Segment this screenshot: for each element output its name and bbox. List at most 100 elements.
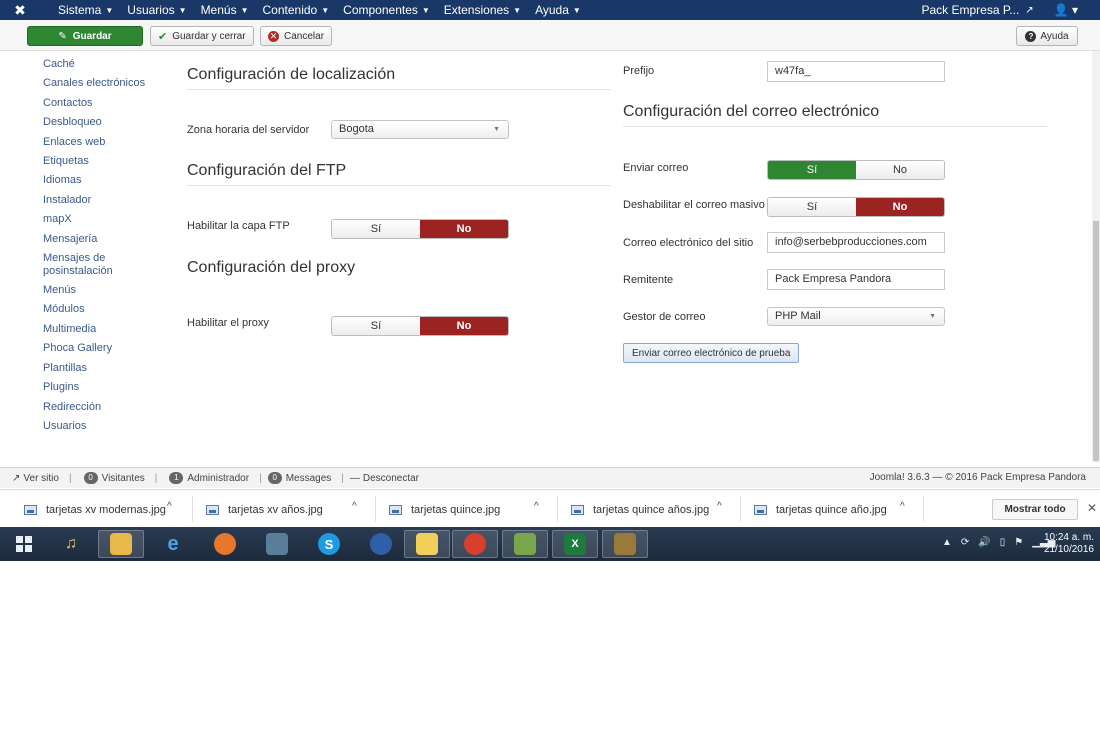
send-mail-label: Enviar correo <box>623 162 689 174</box>
minus-icon: — <box>349 472 360 484</box>
mass-mail-yes-option[interactable]: Sí <box>768 198 856 216</box>
chevron-up-icon[interactable]: ^ <box>167 501 172 512</box>
sidebar-item-mensajes-posinstalacion[interactable]: Mensajes de posinstalación <box>43 249 123 281</box>
show-hidden-icons-icon[interactable]: ▲ <box>942 537 952 548</box>
sidebar-item-etiquetas[interactable]: Etiquetas <box>43 152 173 171</box>
from-name-input[interactable]: Pack Empresa Pandora <box>767 269 945 290</box>
taskbar-app[interactable] <box>202 530 248 558</box>
menu-menus[interactable]: Menús ▼ <box>201 3 249 17</box>
proxy-no-option[interactable]: No <box>420 317 508 335</box>
sidebar-item-plugins[interactable]: Plugins <box>43 378 173 397</box>
photos-app-icon <box>416 533 438 555</box>
menu-extensiones[interactable]: Extensiones ▼ <box>444 3 521 17</box>
taskbar-app[interactable] <box>358 530 404 558</box>
sidebar-item-contactos[interactable]: Contactos <box>43 94 173 113</box>
sidebar-item-mapx[interactable]: mapX <box>43 210 173 229</box>
section-divider <box>187 185 611 186</box>
separator: | <box>259 472 262 484</box>
system-clock[interactable]: 10:24 a. m. 21/10/2016 <box>1044 532 1094 556</box>
send-test-mail-button[interactable]: Enviar correo electrónico de prueba <box>623 343 800 363</box>
battery-icon[interactable]: ▯ <box>1000 537 1006 548</box>
image-file-icon <box>24 505 37 515</box>
sidebar-item-instalador[interactable]: Instalador <box>43 191 173 210</box>
sidebar-item-canales[interactable]: Canales electrónicos <box>43 74 173 93</box>
taskbar-app[interactable]: S <box>306 530 352 558</box>
admin-statusbar: ↗ Ver sitio | 0 Visitantes | 1 Administrado… <box>0 467 1100 488</box>
sidebar-item-phoca-gallery[interactable]: Phoca Gallery <box>43 339 173 358</box>
download-item[interactable]: tarjetas xv años.jpg <box>206 500 323 520</box>
taskbar-app[interactable] <box>452 530 498 558</box>
cancel-button[interactable]: ✕ Cancelar <box>260 26 333 46</box>
prefix-input[interactable]: w47fa_ <box>767 61 945 82</box>
chevron-up-icon[interactable]: ^ <box>717 501 722 512</box>
taskbar-app[interactable]: ♫ <box>48 530 94 558</box>
menu-contenido[interactable]: Contenido ▼ <box>263 3 330 17</box>
separator <box>192 496 193 522</box>
image-file-icon <box>754 505 767 515</box>
taskbar-app[interactable]: X <box>552 530 598 558</box>
chevron-up-icon[interactable]: ^ <box>352 501 357 512</box>
menu-componentes[interactable]: Componentes ▼ <box>343 3 430 17</box>
sidebar-item-plantillas[interactable]: Plantillas <box>43 359 173 378</box>
download-item[interactable]: tarjetas xv modernas.jpg <box>24 500 166 520</box>
save-and-close-button[interactable]: ✔ Guardar y cerrar <box>150 26 254 46</box>
site-name-link[interactable]: Pack Empresa P... <box>921 3 1019 17</box>
menu-usuarios[interactable]: Usuarios ▼ <box>127 3 186 17</box>
taskbar-app[interactable] <box>502 530 548 558</box>
send-mail-no-option[interactable]: No <box>856 161 944 179</box>
download-item[interactable]: tarjetas quince años.jpg <box>571 500 709 520</box>
send-mail-toggle: Sí No <box>767 160 945 180</box>
image-file-icon <box>206 505 219 515</box>
ftp-yes-option[interactable]: Sí <box>332 220 420 238</box>
music-player-icon: ♫ <box>65 535 77 552</box>
timezone-select[interactable]: Bogota ▼ <box>331 120 509 139</box>
sidebar-item-redireccion[interactable]: Redirección <box>43 398 173 417</box>
sync-icon[interactable]: ⟳ <box>961 537 969 548</box>
help-button[interactable]: ? Ayuda <box>1016 26 1078 46</box>
mailer-select[interactable]: PHP Mail ▼ <box>767 307 945 326</box>
taskbar-app[interactable] <box>602 530 648 558</box>
close-icon[interactable]: ✕ <box>1087 501 1097 515</box>
sidebar-item-usuarios[interactable]: Usuarios <box>43 417 173 436</box>
sidebar-item-modulos[interactable]: Módulos <box>43 300 173 319</box>
taskbar-app[interactable] <box>98 530 144 558</box>
sidebar-item-desbloqueo[interactable]: Desbloqueo <box>43 113 173 132</box>
caret-down-icon: ▼ <box>178 6 187 16</box>
sidebar-item-cache[interactable]: Caché <box>43 55 173 74</box>
proxy-yes-option[interactable]: Sí <box>332 317 420 335</box>
show-all-downloads-button[interactable]: Mostrar todo <box>992 499 1078 520</box>
chevron-up-icon[interactable]: ^ <box>900 501 905 512</box>
taskbar-app[interactable] <box>404 530 450 558</box>
chevron-up-icon[interactable]: ^ <box>534 501 539 512</box>
sidebar-item-multimedia[interactable]: Multimedia <box>43 320 173 339</box>
joomla-logo-icon[interactable]: ✖ <box>12 2 28 18</box>
taskbar-app[interactable]: e <box>150 530 196 558</box>
internet-explorer-icon: e <box>167 532 179 555</box>
page-scrollbar[interactable] <box>1092 51 1100 463</box>
external-link-icon[interactable]: ↗ <box>1025 5 1033 16</box>
send-mail-yes-option[interactable]: Sí <box>768 161 856 179</box>
download-item[interactable]: tarjetas quince año.jpg <box>754 500 887 520</box>
sidebar-item-enlaces[interactable]: Enlaces web <box>43 133 173 152</box>
mass-mail-no-option[interactable]: No <box>856 198 944 216</box>
messages-link[interactable]: 0 Messages <box>267 472 331 484</box>
site-email-input[interactable]: info@serbebproducciones.com <box>767 232 945 253</box>
separator <box>740 496 741 522</box>
ftp-no-option[interactable]: No <box>420 220 508 238</box>
flag-icon[interactable]: ⚑ <box>1014 537 1023 548</box>
menu-ayuda[interactable]: Ayuda ▼ <box>535 3 581 17</box>
sidebar-item-idiomas[interactable]: Idiomas <box>43 171 173 190</box>
start-icon[interactable] <box>16 536 32 552</box>
menu-sistema[interactable]: Sistema ▼ <box>58 3 113 17</box>
taskbar-app[interactable] <box>254 530 300 558</box>
sidebar-item-mensajeria[interactable]: Mensajería <box>43 230 173 249</box>
caret-down-icon: ▼ <box>321 6 330 16</box>
download-item[interactable]: tarjetas quince.jpg <box>389 500 500 520</box>
save-button[interactable]: ✎ Guardar <box>27 26 143 46</box>
user-menu-icon[interactable]: 👤 ▾ <box>1054 3 1078 17</box>
volume-icon[interactable]: 🔊 <box>978 537 990 548</box>
view-site-link[interactable]: ↗ Ver sitio <box>12 473 59 484</box>
scrollbar-thumb[interactable] <box>1093 221 1099 461</box>
logout-link[interactable]: — Desconectar <box>350 473 419 484</box>
sidebar-item-menus[interactable]: Menús <box>43 281 173 300</box>
